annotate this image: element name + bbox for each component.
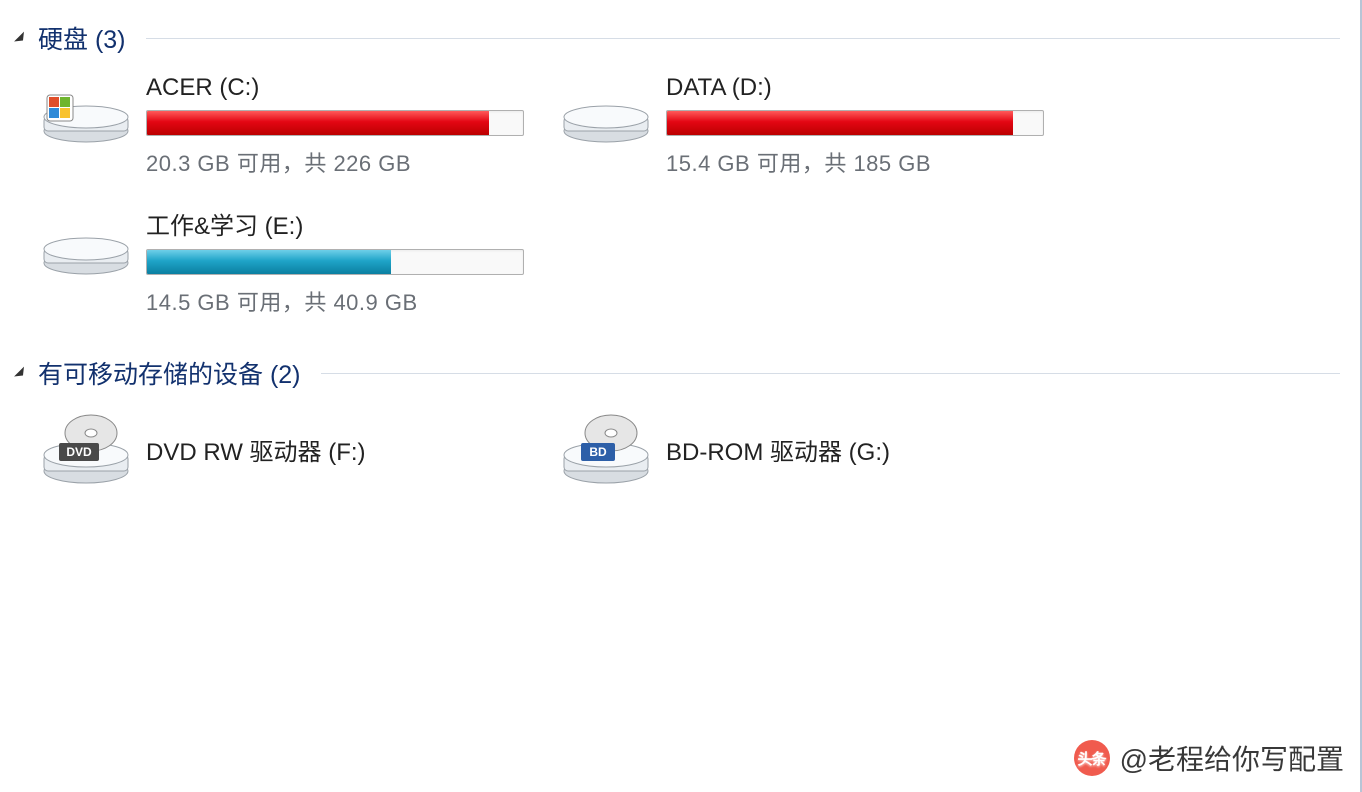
group-title: 硬盘 (3): [38, 20, 126, 56]
watermark: 头条 @老程给你写配置: [1074, 738, 1344, 778]
explorer-drives-pane: 硬盘 (3) ACER (C:): [0, 0, 1360, 509]
drive-info: 工作&学习 (E:) 14.5 GB 可用，共 40.9 GB: [146, 206, 548, 317]
drive-label: 工作&学习 (E:): [146, 206, 548, 241]
drive-label: BD-ROM 驱动器 (G:): [666, 432, 890, 467]
group-title: 有可移动存储的设备 (2): [38, 355, 301, 391]
drive-label: DVD RW 驱动器 (F:): [146, 432, 366, 467]
usage-bar: [146, 249, 524, 275]
group-header-removable[interactable]: 有可移动存储的设备 (2): [14, 355, 1360, 391]
drive-item-e[interactable]: 工作&学习 (E:) 14.5 GB 可用，共 40.9 GB: [38, 206, 548, 317]
drive-status: 15.4 GB 可用，共 185 GB: [666, 146, 1068, 178]
svg-text:BD: BD: [589, 445, 607, 459]
drive-status: 20.3 GB 可用，共 226 GB: [146, 146, 548, 178]
drive-item-f[interactable]: DVD DVD RW 驱动器 (F:): [38, 409, 548, 489]
bd-drive-icon: BD: [558, 409, 654, 489]
divider-line: [321, 373, 1340, 374]
svg-text:DVD: DVD: [66, 445, 92, 459]
watermark-logo-icon: 头条: [1074, 740, 1110, 776]
group-header-harddisk[interactable]: 硬盘 (3): [14, 20, 1360, 56]
drive-item-g[interactable]: BD BD-ROM 驱动器 (G:): [558, 409, 1068, 489]
usage-bar: [146, 110, 524, 136]
usage-fill: [667, 111, 1013, 135]
drive-label: ACER (C:): [146, 74, 548, 102]
harddisk-grid: ACER (C:) 20.3 GB 可用，共 226 GB DATA (D:): [14, 74, 1360, 345]
drive-item-c[interactable]: ACER (C:) 20.3 GB 可用，共 226 GB: [38, 74, 548, 178]
drive-info: DATA (D:) 15.4 GB 可用，共 185 GB: [666, 74, 1068, 178]
collapse-arrow-icon: [14, 31, 28, 45]
usage-bar: [666, 110, 1044, 136]
removable-grid: DVD DVD RW 驱动器 (F:) BD BD-ROM 驱动器 (G:): [14, 409, 1360, 509]
collapse-arrow-icon: [14, 366, 28, 380]
drive-item-d[interactable]: DATA (D:) 15.4 GB 可用，共 185 GB: [558, 74, 1068, 178]
drive-status: 14.5 GB 可用，共 40.9 GB: [146, 285, 548, 317]
hdd-drive-icon: [38, 206, 134, 276]
divider-line: [146, 38, 1340, 39]
drive-label: DATA (D:): [666, 74, 1068, 102]
usage-fill: [147, 111, 489, 135]
drive-info: ACER (C:) 20.3 GB 可用，共 226 GB: [146, 74, 548, 178]
watermark-text: @老程给你写配置: [1120, 738, 1344, 778]
system-drive-icon: [38, 74, 134, 144]
usage-fill: [147, 250, 391, 274]
hdd-drive-icon: [558, 74, 654, 144]
dvd-drive-icon: DVD: [38, 409, 134, 489]
